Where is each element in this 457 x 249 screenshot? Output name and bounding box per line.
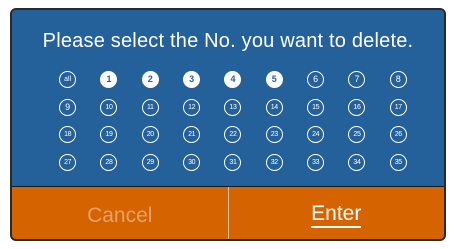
number-button-9[interactable]: 9 [59,98,77,116]
delete-dialog: Please select the No. you want to delete… [10,8,446,241]
number-button-26[interactable]: 26 [389,126,407,144]
number-button-31[interactable]: 31 [224,153,242,171]
number-button-18[interactable]: 18 [59,126,77,144]
number-button-30[interactable]: 30 [183,153,201,171]
number-button-17[interactable]: 17 [389,98,407,116]
number-button-20[interactable]: 20 [141,126,159,144]
number-button-5[interactable]: 5 [265,71,283,89]
number-button-27[interactable]: 27 [59,153,77,171]
number-button-8[interactable]: 8 [389,71,407,89]
number-button-3[interactable]: 3 [183,71,201,89]
number-button-13[interactable]: 13 [224,98,242,116]
number-button-33[interactable]: 33 [307,153,325,171]
number-button-4[interactable]: 4 [224,71,242,89]
number-button-34[interactable]: 34 [348,153,366,171]
dialog-title: Please select the No. you want to delete… [42,30,414,52]
dialog-footer: Cancel Enter [12,186,445,239]
number-button-14[interactable]: 14 [265,98,283,116]
number-button-6[interactable]: 6 [307,71,325,89]
number-button-25[interactable]: 25 [348,126,366,144]
number-button-32[interactable]: 32 [265,153,283,171]
cancel-label: Cancel [87,203,153,227]
number-button-22[interactable]: 22 [224,126,242,144]
number-button-35[interactable]: 35 [389,153,407,171]
number-button-19[interactable]: 19 [100,126,118,144]
number-button-21[interactable]: 21 [183,126,201,144]
number-button-16[interactable]: 16 [348,98,366,116]
number-grid: all 1 2 3 4 5 6 7 8 9 10 11 12 13 14 15 16 17 18 19 20 21 22 23… [47,66,419,176]
cancel-button[interactable]: Cancel [12,187,229,239]
number-button-2[interactable]: 2 [141,71,159,89]
enter-label: Enter [311,203,362,228]
selection-panel: Please select the No. you want to delete… [12,10,444,186]
number-button-7[interactable]: 7 [348,71,366,89]
number-button-23[interactable]: 23 [265,126,283,144]
number-button-10[interactable]: 10 [100,98,118,116]
number-button-15[interactable]: 15 [307,98,325,116]
number-button-24[interactable]: 24 [307,126,325,144]
number-button-28[interactable]: 28 [100,153,118,171]
number-button-29[interactable]: 29 [141,153,159,171]
number-button-11[interactable]: 11 [141,98,159,116]
number-button-1[interactable]: 1 [100,71,118,89]
select-all-number-button[interactable]: all [59,71,77,89]
number-button-12[interactable]: 12 [183,98,201,116]
enter-button[interactable]: Enter [229,187,445,239]
